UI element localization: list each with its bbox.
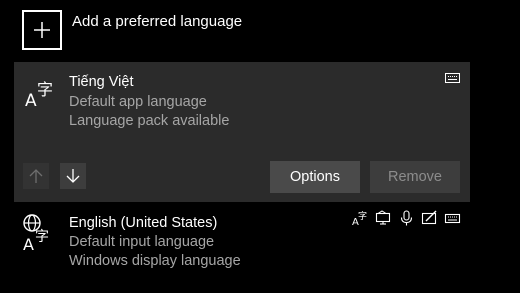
move-up-button[interactable] [23, 163, 49, 189]
handwriting-icon [421, 210, 437, 225]
svg-text:字: 字 [37, 80, 53, 99]
svg-text:字: 字 [358, 210, 367, 222]
add-language-label: Add a preferred language [72, 13, 243, 30]
arrow-up-icon [29, 169, 43, 183]
language-status-default-input: Default input language [69, 234, 215, 250]
english-feature-icons: A 字 [352, 210, 461, 226]
arrow-down-icon [66, 169, 80, 183]
language-status-pack: Language pack available [69, 113, 230, 129]
language-icon: A 字 [25, 80, 53, 110]
language-item-vietnamese[interactable]: A 字 Tiếng Việt Default app language Lang… [14, 62, 470, 202]
add-language-button[interactable]: Add a preferred language [22, 10, 242, 50]
svg-text:字: 字 [35, 229, 49, 245]
svg-text:A: A [25, 91, 37, 110]
language-status-display: Windows display language [69, 253, 241, 269]
globe-language-icon: A 字 [23, 214, 49, 252]
language-name: Tiếng Việt [69, 74, 134, 90]
display-icon [375, 210, 391, 225]
remove-button[interactable]: Remove [370, 161, 460, 193]
language-status-default-app: Default app language [69, 94, 207, 110]
svg-text:A: A [23, 235, 34, 252]
keyboard-icon [444, 213, 461, 224]
language-pack-icon: A 字 [352, 210, 367, 226]
language-settings-section: Add a preferred language A 字 Tiếng Việt … [0, 0, 520, 293]
move-down-button[interactable] [60, 163, 86, 189]
plus-icon [22, 10, 62, 50]
options-button[interactable]: Options [270, 161, 360, 193]
language-name: English (United States) [69, 215, 218, 231]
keyboard-icon [445, 73, 460, 83]
microphone-icon [400, 210, 413, 226]
